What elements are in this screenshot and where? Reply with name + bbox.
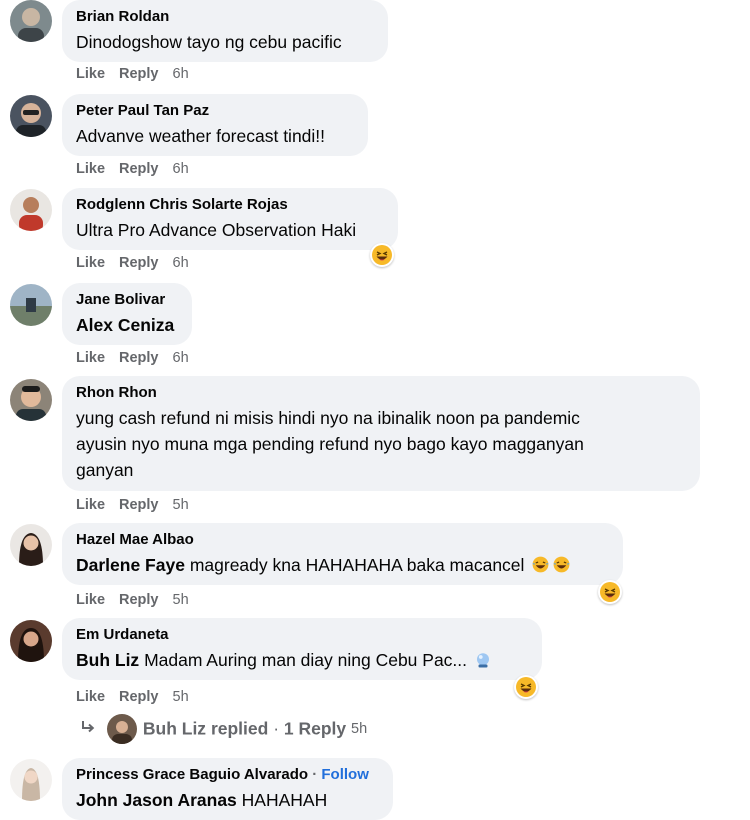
- comment-bubble: Em Urdaneta Buh Liz Madam Auring man dia…: [62, 618, 542, 680]
- comment-text-line: ayusin nyo muna mga pending refund nyo b…: [76, 434, 584, 454]
- comment-text: Darlene Faye magready kna HAHAHAHA baka …: [76, 552, 609, 581]
- crystal-ball-emoji-icon: [474, 650, 492, 676]
- reply-avatar: [106, 714, 137, 744]
- comment-bubble: Jane Bolivar Alex Ceniza: [62, 283, 192, 345]
- avatar[interactable]: [10, 524, 52, 566]
- comment-timestamp[interactable]: 6h: [173, 161, 189, 177]
- reply-button[interactable]: Reply: [119, 592, 159, 608]
- rolling-laughing-emoji-icon: [531, 555, 550, 581]
- mention-link[interactable]: Darlene Faye: [76, 555, 185, 575]
- comment-bubble: Peter Paul Tan Paz Advanve weather forec…: [62, 94, 368, 156]
- avatar[interactable]: [10, 189, 52, 231]
- comment-author[interactable]: Peter Paul Tan Paz: [76, 101, 354, 121]
- mention-link[interactable]: Alex Ceniza: [76, 312, 178, 338]
- like-button[interactable]: Like: [76, 66, 105, 82]
- rolling-laughing-emoji-icon: [552, 555, 571, 581]
- replied-label: replied: [210, 718, 269, 739]
- comment-bubble: Rhon Rhon yung cash refund ni misis hind…: [62, 376, 700, 491]
- comment-text: Buh Liz Madam Auring man diay ning Cebu …: [76, 647, 528, 676]
- laughing-reaction-icon[interactable]: [598, 580, 622, 604]
- like-button[interactable]: Like: [76, 255, 105, 271]
- comment-actions: Like Reply 5h: [76, 689, 203, 705]
- comment-text-body: HAHAHAH: [241, 790, 328, 810]
- avatar[interactable]: [10, 759, 52, 801]
- like-button[interactable]: Like: [76, 161, 105, 177]
- avatar[interactable]: [10, 0, 52, 42]
- comment-bubble: Brian Roldan Dinodogshow tayo ng cebu pa…: [62, 0, 388, 62]
- comment-timestamp[interactable]: 6h: [173, 66, 189, 82]
- comment-timestamp[interactable]: 5h: [173, 592, 189, 608]
- separator-dot: ·: [273, 718, 280, 739]
- comment-author[interactable]: Rodglenn Chris Solarte Rojas: [76, 195, 384, 215]
- reply-button[interactable]: Reply: [119, 255, 159, 271]
- reply-button[interactable]: Reply: [119, 497, 159, 513]
- comment-bubble: Rodglenn Chris Solarte Rojas Ultra Pro A…: [62, 188, 398, 250]
- mention-link[interactable]: Buh Liz: [76, 650, 139, 670]
- separator-dot: ·: [312, 766, 318, 783]
- comment-text: yung cash refund ni misis hindi nyo na i…: [76, 405, 686, 483]
- avatar[interactable]: [10, 95, 52, 137]
- comment-actions: Like Reply 6h: [76, 255, 203, 271]
- reply-timestamp: 5h: [351, 721, 368, 737]
- laughing-reaction-icon[interactable]: [370, 243, 394, 267]
- reply-button[interactable]: Reply: [119, 161, 159, 177]
- reply-button[interactable]: Reply: [119, 689, 159, 705]
- like-button[interactable]: Like: [76, 497, 105, 513]
- like-button[interactable]: Like: [76, 689, 105, 705]
- comment-text-line: yung cash refund ni misis hindi nyo na i…: [76, 408, 580, 428]
- comment-author[interactable]: Em Urdaneta: [76, 625, 528, 645]
- comment-actions: Like Reply 6h: [76, 66, 203, 82]
- reply-button[interactable]: Reply: [119, 350, 159, 366]
- reply-arrow-icon: [80, 719, 96, 740]
- comment-text: John Jason Aranas HAHAHAH: [76, 787, 379, 813]
- reply-button[interactable]: Reply: [119, 66, 159, 82]
- comment-bubble: Princess Grace Baguio Alvarado · Follow …: [62, 758, 393, 820]
- comment-author-row: Princess Grace Baguio Alvarado · Follow: [76, 765, 379, 785]
- avatar[interactable]: [10, 379, 52, 421]
- mention-link[interactable]: John Jason Aranas: [76, 790, 237, 810]
- comment-text-body: Madam Auring man diay ning Cebu Pac...: [144, 650, 468, 670]
- avatar[interactable]: [10, 620, 52, 662]
- comment-timestamp[interactable]: 6h: [173, 255, 189, 271]
- comment-text-body: magready kna HAHAHAHA baka macancel: [189, 555, 525, 575]
- comment-timestamp[interactable]: 6h: [173, 350, 189, 366]
- comment-author[interactable]: Princess Grace Baguio Alvarado: [76, 766, 308, 783]
- comment-author[interactable]: Rhon Rhon: [76, 383, 686, 403]
- comment-timestamp[interactable]: 5h: [173, 689, 189, 705]
- comment-timestamp[interactable]: 5h: [173, 497, 189, 513]
- comment-text: Dinodogshow tayo ng cebu pacific: [76, 32, 342, 52]
- comment-actions: Like Reply 5h: [76, 497, 203, 513]
- comment-author[interactable]: Brian Roldan: [76, 7, 374, 27]
- comment-actions: Like Reply 5h: [76, 592, 203, 608]
- comment-text: Advanve weather forecast tindi!!: [76, 126, 326, 146]
- view-replies-row[interactable]: Buh Liz replied · 1 Reply 5h: [80, 714, 367, 746]
- comment-actions: Like Reply 6h: [76, 161, 203, 177]
- follow-button[interactable]: Follow: [321, 766, 369, 783]
- replier-name: Buh Liz: [142, 718, 207, 739]
- comment-text-line: ganyan: [76, 460, 134, 480]
- comment-text: Ultra Pro Advance Observation Haki: [76, 220, 357, 240]
- avatar[interactable]: [10, 284, 52, 326]
- laughing-reaction-icon[interactable]: [514, 675, 538, 699]
- like-button[interactable]: Like: [76, 592, 105, 608]
- like-button[interactable]: Like: [76, 350, 105, 366]
- comment-author[interactable]: Jane Bolivar: [76, 290, 178, 310]
- comment-actions: Like Reply 6h: [76, 350, 203, 366]
- reply-count: 1 Reply: [283, 718, 347, 739]
- comment-bubble: Hazel Mae Albao Darlene Faye magready kn…: [62, 523, 623, 585]
- comment-author[interactable]: Hazel Mae Albao: [76, 530, 609, 550]
